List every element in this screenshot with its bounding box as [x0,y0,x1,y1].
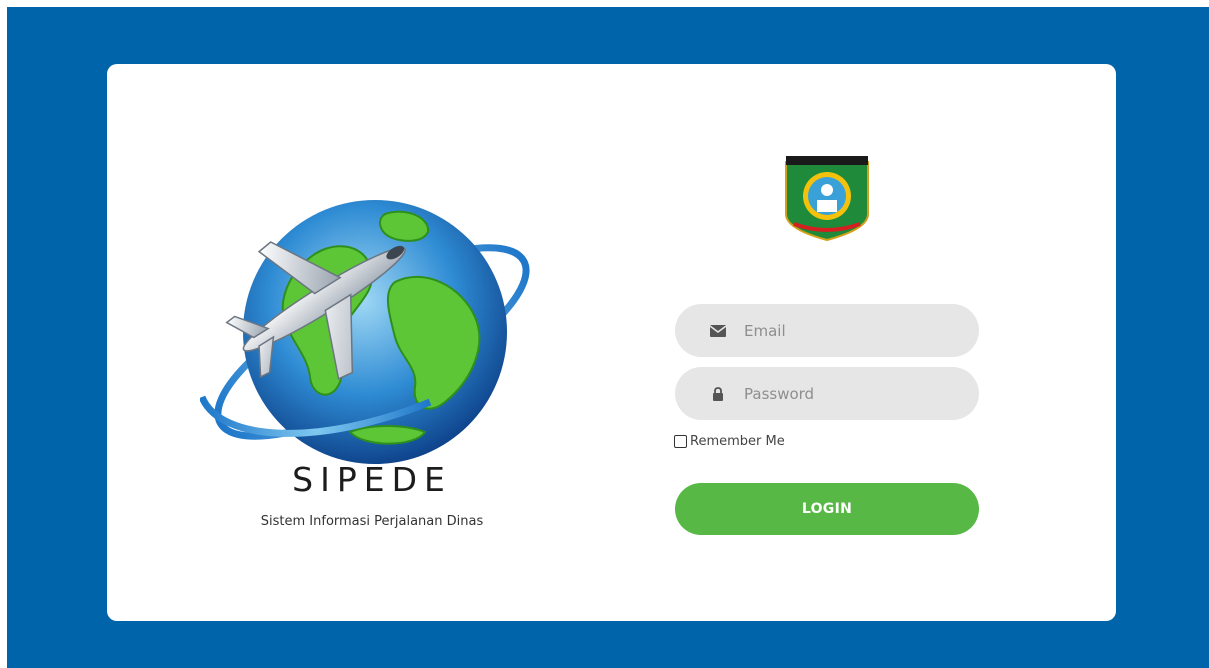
password-field-container [675,367,979,420]
email-field-container [675,304,979,357]
remember-me-checkbox[interactable] [674,435,687,448]
globe-airplane-icon [200,200,530,464]
remember-me-label: Remember Me [690,434,785,449]
regional-emblem-icon [785,156,869,242]
email-input[interactable] [744,315,944,346]
lock-icon [710,386,726,402]
envelope-icon [710,323,726,339]
page-background: SIPEDE Sistem Informasi Perjalanan Dinas [7,7,1209,668]
brand-name: SIPEDE [292,460,452,499]
remember-me[interactable]: Remember Me [674,434,785,449]
login-button[interactable]: LOGIN [675,483,979,535]
brand-tagline: Sistem Informasi Perjalanan Dinas [260,514,484,529]
login-card: SIPEDE Sistem Informasi Perjalanan Dinas [107,64,1116,621]
password-input[interactable] [744,378,944,409]
